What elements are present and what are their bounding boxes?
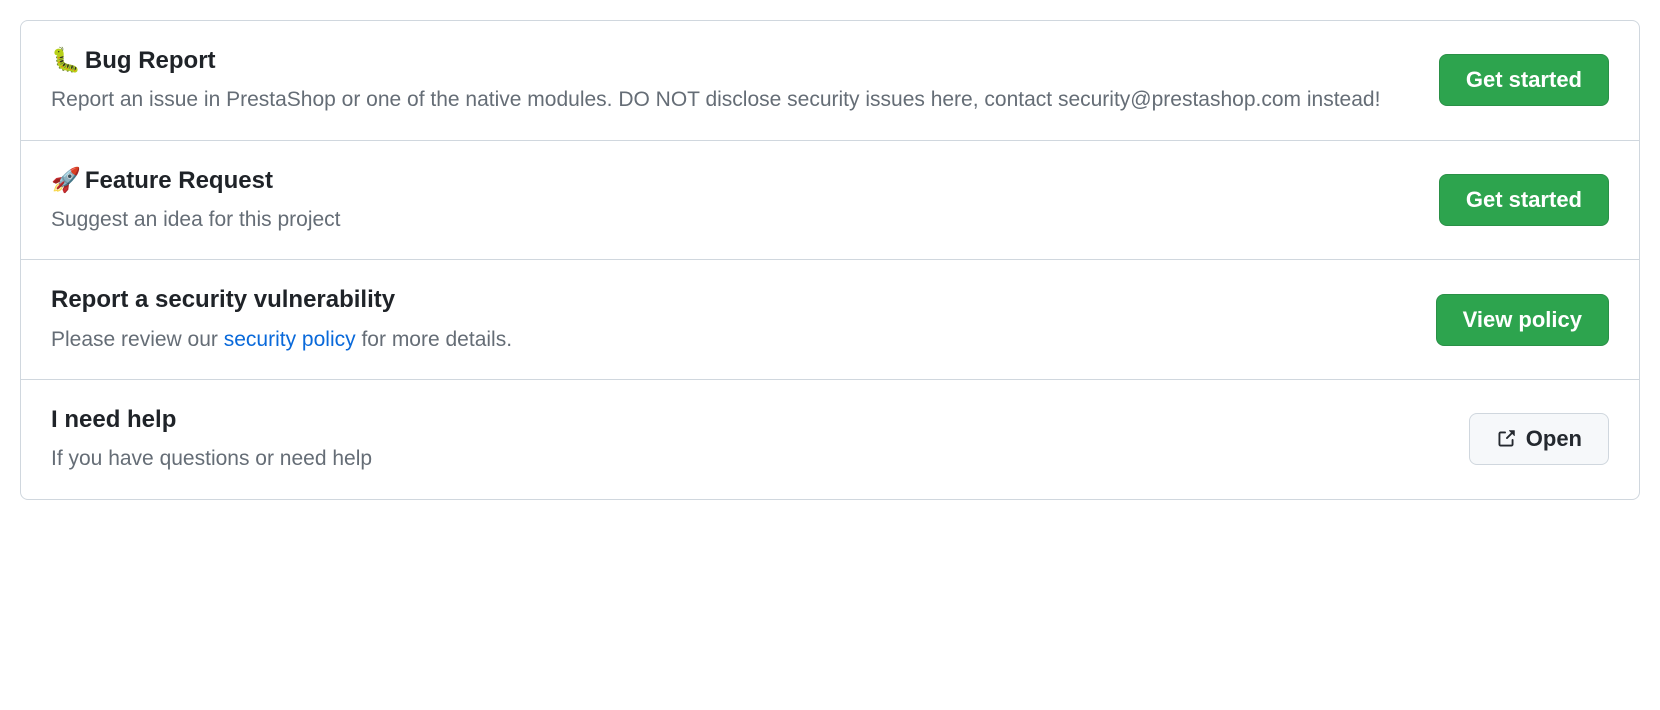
item-title: 🐛Bug Report (51, 45, 1419, 76)
item-title-text: Bug Report (85, 47, 216, 74)
get-started-button[interactable]: Get started (1439, 174, 1609, 226)
rocket-emoji-icon: 🚀 (51, 167, 81, 194)
issue-template-item: 🚀Feature Request Suggest an idea for thi… (21, 141, 1639, 261)
open-button[interactable]: Open (1469, 413, 1609, 465)
issue-template-item: 🐛Bug Report Report an issue in PrestaSho… (21, 21, 1639, 141)
item-content: Report a security vulnerability Please r… (51, 284, 1436, 355)
view-policy-button[interactable]: View policy (1436, 294, 1609, 346)
item-description: If you have questions or need help (51, 443, 1449, 475)
item-description: Suggest an idea for this project (51, 204, 1419, 236)
issue-template-item: I need help If you have questions or nee… (21, 380, 1639, 499)
item-content: 🚀Feature Request Suggest an idea for thi… (51, 165, 1439, 236)
item-title: I need help (51, 404, 1449, 435)
security-policy-link[interactable]: security policy (224, 328, 356, 351)
item-title-text: Feature Request (85, 167, 273, 194)
item-title-text: I need help (51, 406, 176, 433)
item-title: 🚀Feature Request (51, 165, 1419, 196)
get-started-button[interactable]: Get started (1439, 54, 1609, 106)
description-suffix: for more details. (356, 328, 512, 351)
item-description: Report an issue in PrestaShop or one of … (51, 84, 1419, 116)
item-title: Report a security vulnerability (51, 284, 1416, 315)
item-description: Please review our security policy for mo… (51, 324, 1416, 356)
open-button-label: Open (1526, 426, 1582, 452)
issue-template-list: 🐛Bug Report Report an issue in PrestaSho… (20, 20, 1640, 500)
issue-template-item: Report a security vulnerability Please r… (21, 260, 1639, 380)
external-link-icon (1496, 429, 1516, 449)
item-title-text: Report a security vulnerability (51, 286, 395, 313)
description-prefix: Please review our (51, 328, 224, 351)
item-content: I need help If you have questions or nee… (51, 404, 1469, 475)
item-content: 🐛Bug Report Report an issue in PrestaSho… (51, 45, 1439, 116)
bug-emoji-icon: 🐛 (51, 47, 81, 74)
